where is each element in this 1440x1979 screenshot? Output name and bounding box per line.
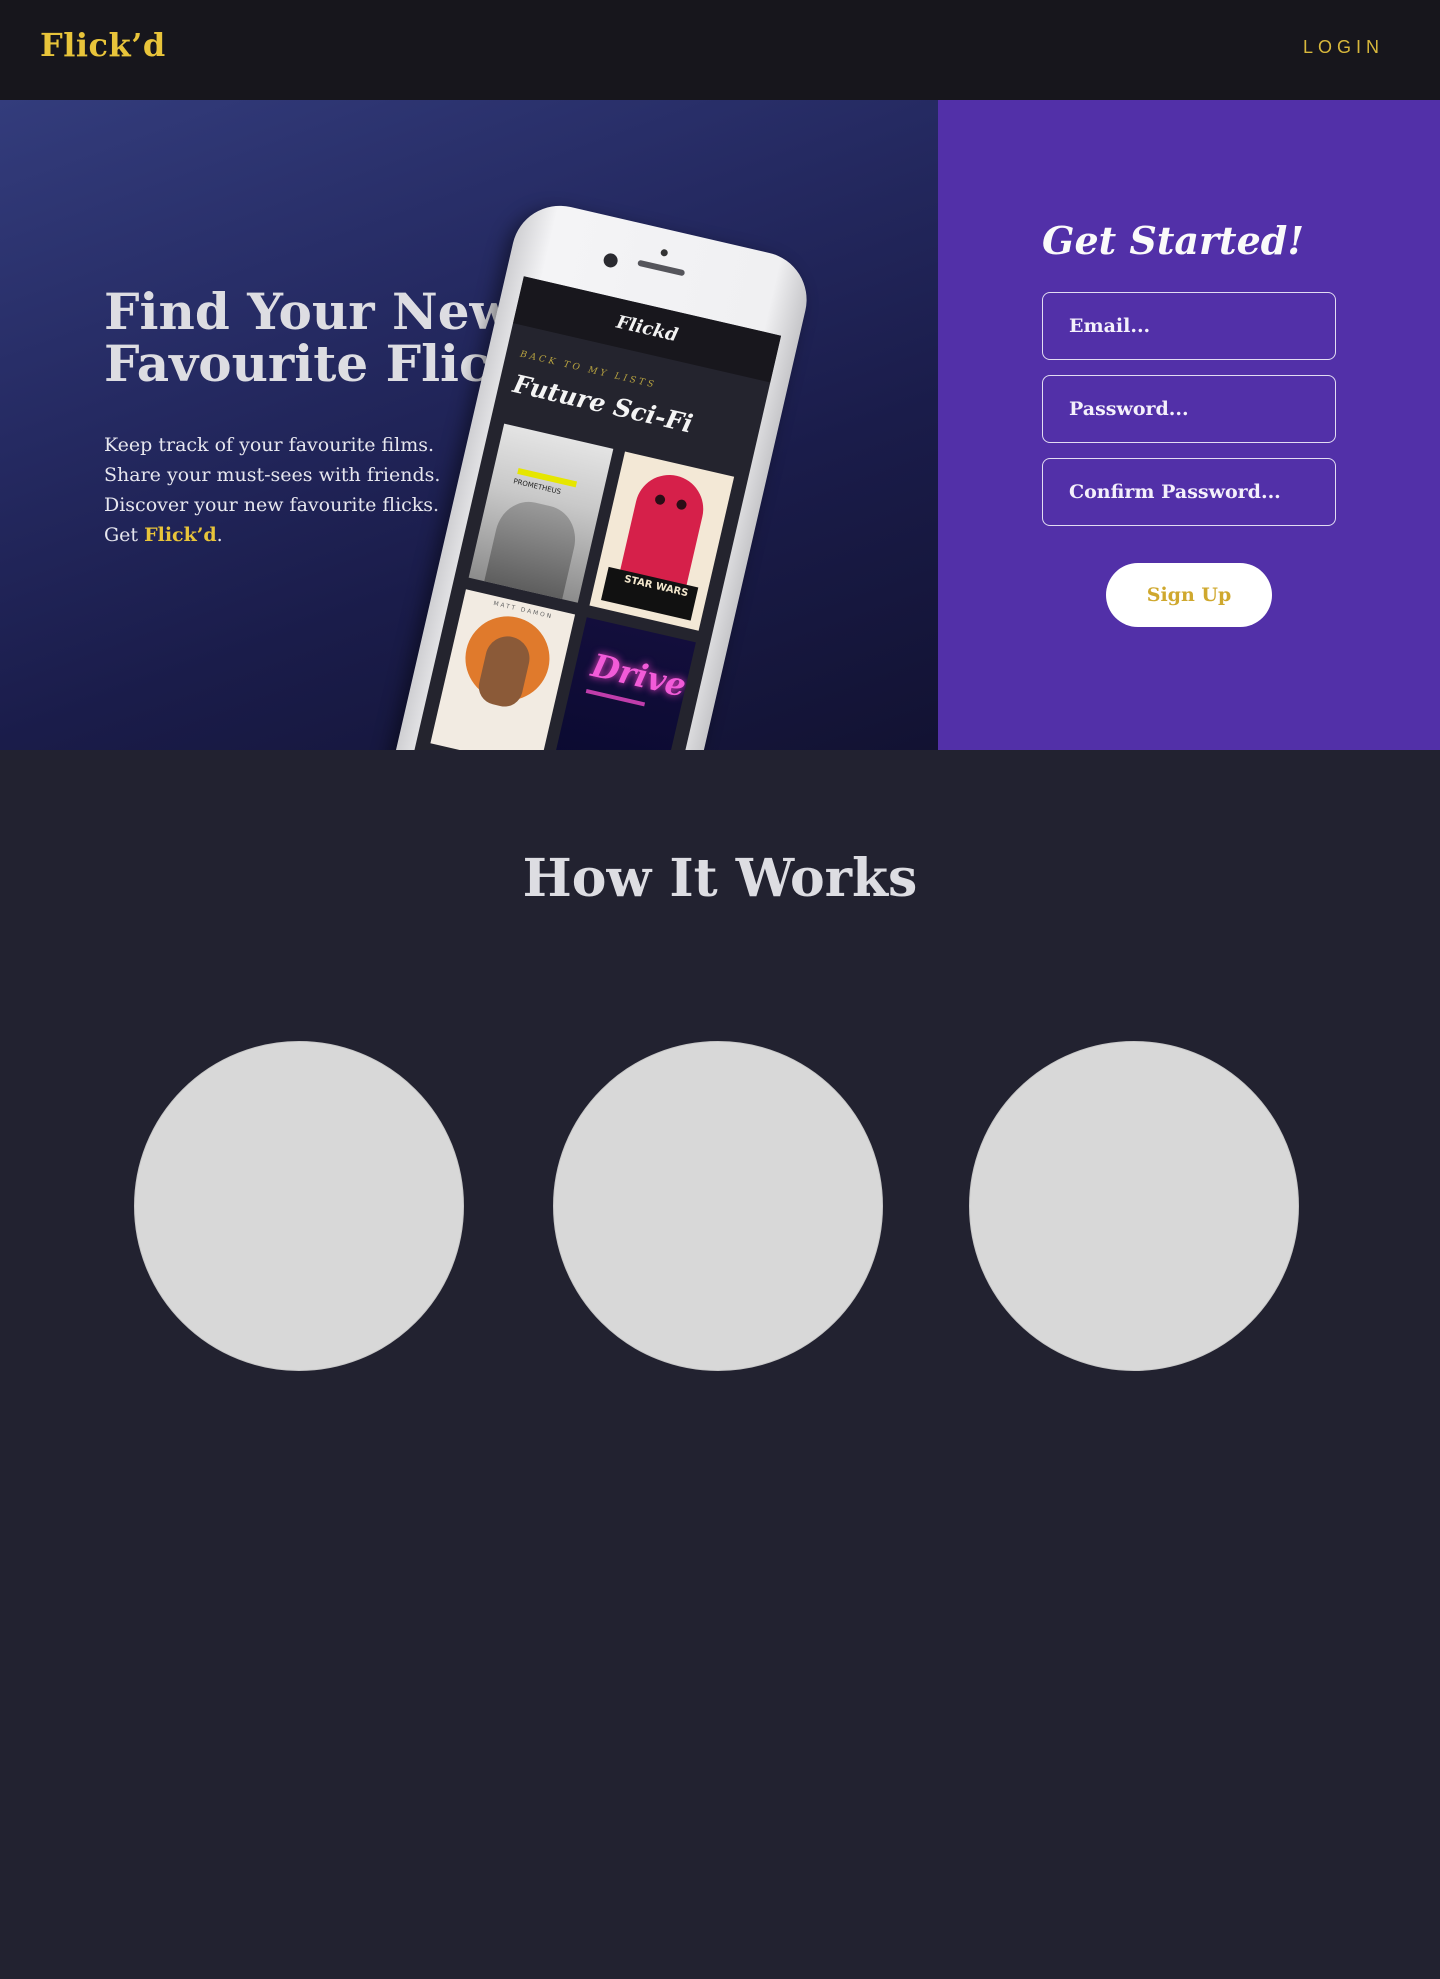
email-field[interactable] (1042, 292, 1336, 360)
poster-star-wars: STAR WARS (589, 451, 735, 631)
step-image-3 (969, 1041, 1299, 1371)
top-nav: Flick’d LOGIN (0, 0, 1440, 100)
step-image-2 (553, 1041, 883, 1371)
poster-prometheus: PROMETHEUS (468, 423, 614, 603)
cta-brand: Flick’d (144, 524, 217, 546)
hero-line: Discover your new favourite flicks. (104, 494, 440, 516)
logo[interactable]: Flick’d (40, 26, 166, 64)
poster-art (484, 495, 582, 600)
confirm-password-field[interactable] (1042, 458, 1336, 526)
signup-panel: Get Started! Sign Up (938, 100, 1440, 750)
login-link[interactable]: LOGIN (1303, 37, 1384, 58)
password-field[interactable] (1042, 375, 1336, 443)
sign-up-button[interactable]: Sign Up (1106, 563, 1272, 627)
hero-line: Keep track of your favourite films. (104, 434, 435, 456)
hero-copy: Keep track of your favourite films. Shar… (104, 430, 504, 550)
cta-suffix: . (216, 524, 223, 546)
poster-martian: MATT DAMON (430, 589, 576, 750)
hero-line: Share your must-sees with friends. (104, 464, 441, 486)
cta-prefix: Get (104, 524, 145, 546)
list-title: Future Sci-Fi (510, 369, 696, 439)
signup-title: Get Started! (1042, 218, 1305, 263)
step-image-1 (134, 1041, 464, 1371)
poster-drive: Drive (551, 617, 696, 750)
hero-title: Find Your New Favourite Flick. (104, 282, 542, 393)
how-it-works-title: How It Works (522, 848, 918, 909)
hero-section: Find Your New Favourite Flick. Keep trac… (0, 100, 938, 750)
